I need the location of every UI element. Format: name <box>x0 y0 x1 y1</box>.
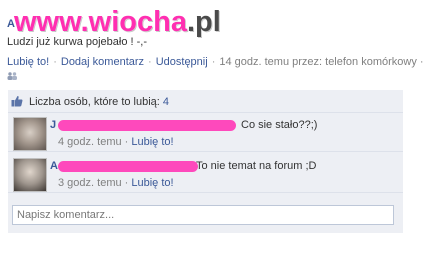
comment-text: To nie temat na forum ;D <box>196 160 317 172</box>
post-meta: 14 godz. temu przez: telefon komórkowy · <box>219 56 424 68</box>
comment-meta: 3 godz. temu · Lubię to! <box>58 177 174 189</box>
comment-item: A To nie temat na forum ;D 3 godz. temu … <box>8 154 403 193</box>
separator: · <box>121 136 132 148</box>
post-actions: Lubię to! · Dodaj komentarz · Udostępnij · 14 … <box>7 56 424 68</box>
separator: · <box>211 56 216 68</box>
comment-meta: 4 godz. temu · Lubię to! <box>58 136 174 148</box>
post-text: Ludzi już kurwa pojebało ! -,- <box>7 36 148 48</box>
avatar[interactable] <box>13 117 47 151</box>
separator: · <box>53 56 57 68</box>
comment-author[interactable]: J <box>50 119 56 131</box>
share-link[interactable]: Udostępnij <box>156 56 208 68</box>
watermark-logo: www.wiocha.pl <box>14 6 221 38</box>
post-author[interactable]: A <box>7 18 15 30</box>
redaction-mark <box>58 161 198 172</box>
comment-composer: Napisz komentarz... <box>8 196 403 233</box>
thumbs-up-icon <box>11 95 23 107</box>
avatar[interactable] <box>13 158 47 192</box>
likes-summary: Liczba osób, które to lubią: 4 <box>8 90 403 113</box>
comment-item: J Co sie stało??;) 4 godz. temu · Lubię … <box>8 113 403 152</box>
likes-label: Liczba osób, które to lubią: 4 <box>29 96 170 108</box>
comment-like-link[interactable]: Lubię to! <box>131 136 173 148</box>
comment-author[interactable]: A <box>50 160 58 172</box>
comment-time: 3 godz. temu <box>58 177 122 189</box>
people-icon <box>7 72 17 80</box>
comment-text: Co sie stało??;) <box>241 119 318 131</box>
comment-input[interactable]: Napisz komentarz... <box>12 205 394 225</box>
separator: · <box>148 56 152 68</box>
feedback-panel: Liczba osób, które to lubią: 4 J Co sie … <box>8 90 403 233</box>
likes-count[interactable]: 4 <box>163 96 169 108</box>
comment-like-link[interactable]: Lubię to! <box>131 177 173 189</box>
like-link[interactable]: Lubię to! <box>7 56 49 68</box>
separator: · <box>121 177 132 189</box>
redaction-mark <box>58 120 236 131</box>
add-comment-link[interactable]: Dodaj komentarz <box>61 56 144 68</box>
comment-time: 4 godz. temu <box>58 136 122 148</box>
